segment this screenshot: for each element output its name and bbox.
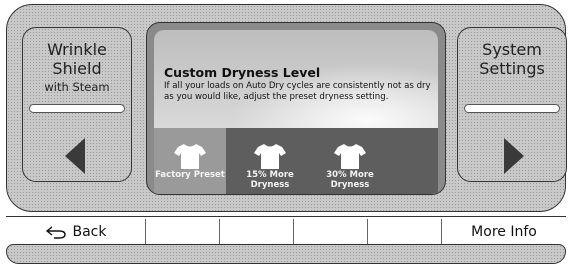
wrinkle-shield-line3: with Steam [44,80,110,94]
option-label: 15% More Dryness [246,170,294,190]
option-30-more[interactable]: 30% More Dryness [314,128,386,194]
shirt-icon [174,144,206,169]
empty-tab-4[interactable] [368,219,442,245]
dryness-options: Factory Preset 15% More Dryness 30% More D… [154,128,438,194]
option-label: Factory Preset [155,170,225,180]
more-info-label: More Info [471,224,537,240]
system-settings-button[interactable]: System Settings [457,27,567,182]
empty-tab-3[interactable] [294,219,368,245]
wrinkle-shield-button[interactable]: Wrinkle Shield with Steam [22,27,132,182]
option-label: 30% More Dryness [326,170,374,190]
system-settings-title: System Settings [458,40,566,78]
wrinkle-shield-line2: Shield [52,59,102,78]
screen-description: If all your loads on Auto Dry cycles are… [164,81,431,102]
screen-content: Custom Dryness Level If all your loads o… [154,30,438,194]
button-divider [464,104,560,113]
option-factory-preset[interactable]: Factory Preset [154,128,226,194]
back-button[interactable]: Back [6,219,146,245]
button-divider [29,104,125,113]
right-arrow-icon [504,138,524,174]
back-label: Back [72,224,107,240]
wrinkle-shield-title: Wrinkle Shield with Steam [23,40,131,97]
left-arrow-icon [65,138,85,174]
back-arrow-icon [45,226,66,239]
shirt-icon [334,144,366,169]
system-settings-line1: System [482,40,542,59]
wrinkle-shield-line1: Wrinkle [47,40,107,59]
shirt-icon [254,144,286,169]
more-info-button[interactable]: More Info [442,219,566,245]
display-screen: Custom Dryness Level If all your loads o… [146,22,446,195]
empty-tab-1[interactable] [146,219,220,245]
option-15-more[interactable]: 15% More Dryness [234,128,306,194]
bottom-trim [6,244,566,264]
screen-heading: Custom Dryness Level [164,65,321,80]
system-settings-line2: Settings [479,59,545,78]
empty-tab-2[interactable] [220,219,294,245]
